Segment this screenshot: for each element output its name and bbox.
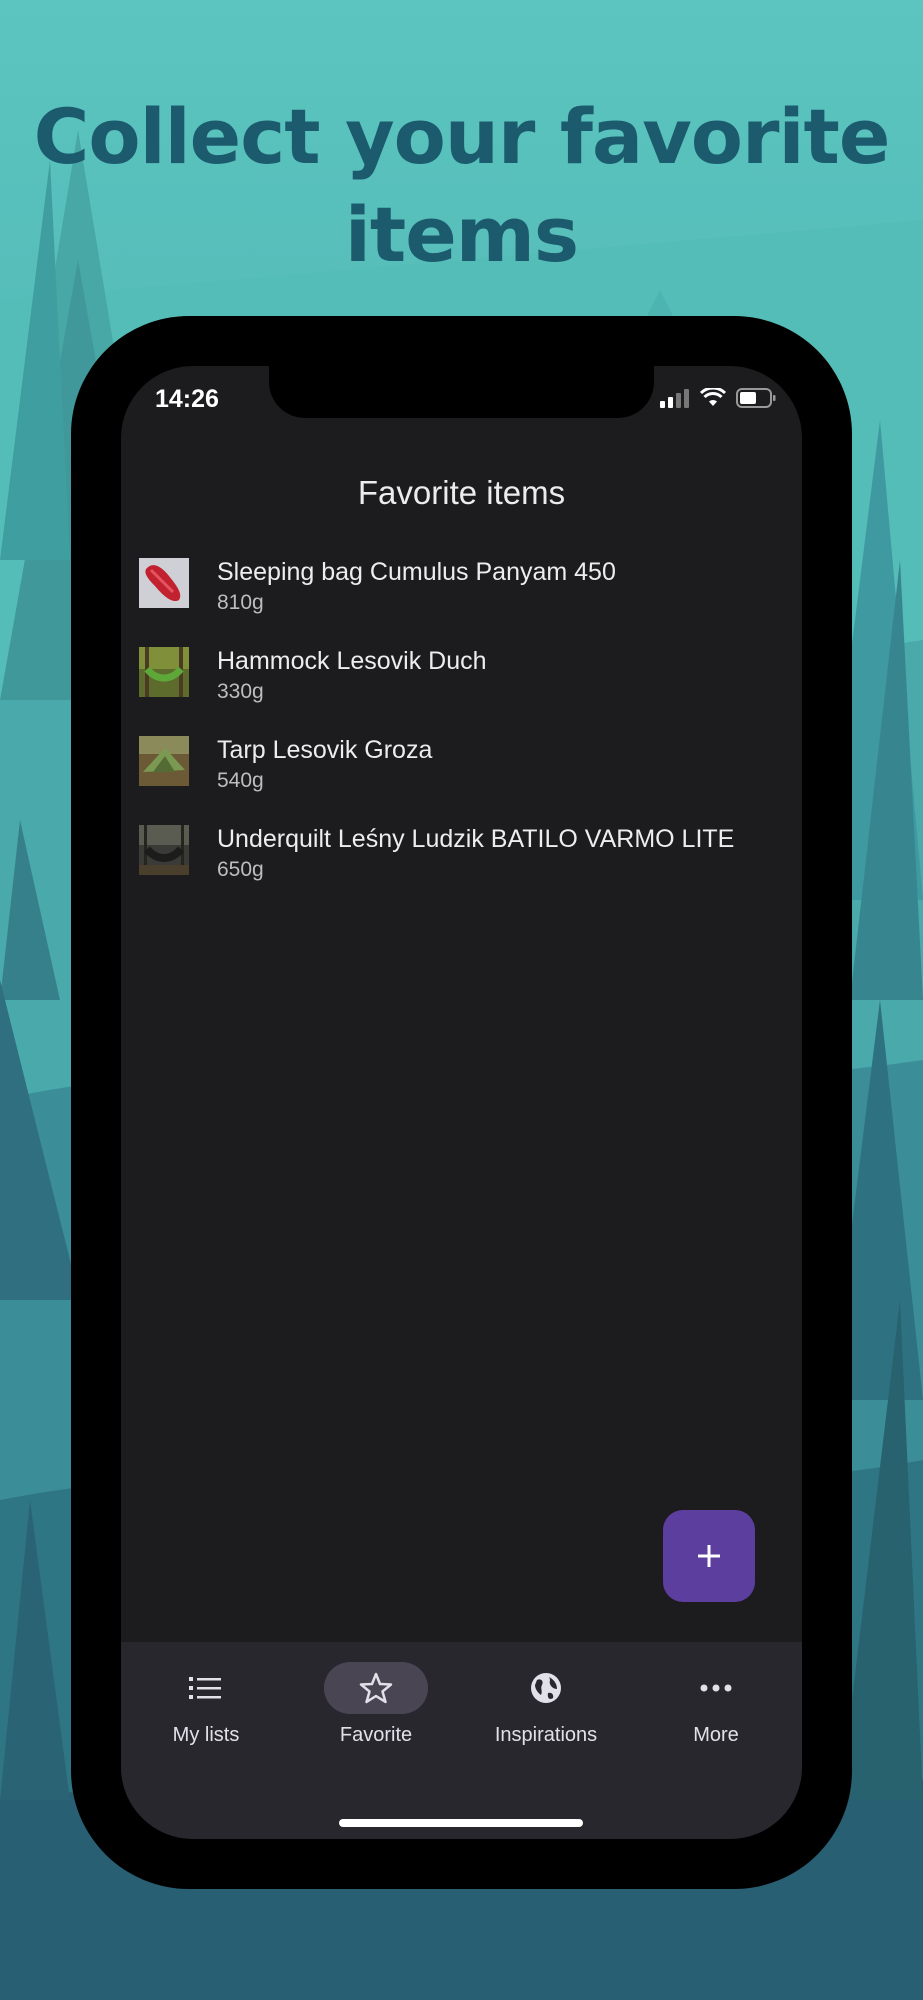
sleeping-bag-thumbnail [139, 558, 189, 608]
item-name: Sleeping bag Cumulus Panyam 450 [217, 558, 616, 586]
nav-favorite-pill [324, 1662, 428, 1714]
status-icons [660, 388, 776, 408]
plus-icon [698, 1545, 720, 1567]
home-indicator[interactable] [339, 1819, 583, 1827]
item-weight: 650g [217, 858, 264, 881]
list-item[interactable]: Tarp Lesovik Groza 540g [139, 736, 789, 825]
star-icon [359, 1672, 393, 1704]
bottom-navigation: My lists Favorite Inspirations More [121, 1642, 802, 1839]
hammock-thumbnail [139, 647, 189, 697]
item-name: Underquilt Leśny Ludzik BATILO VARMO LIT… [217, 825, 735, 853]
phone-notch [269, 366, 654, 418]
list-item[interactable]: Sleeping bag Cumulus Panyam 450 810g [139, 558, 789, 647]
phone-frame: 14:26 Favorite items Sleeping bag Cumulu… [71, 316, 852, 1889]
status-time: 14:26 [155, 385, 219, 413]
tarp-thumbnail [139, 736, 189, 786]
add-item-button[interactable] [663, 1510, 755, 1602]
item-weight: 540g [217, 769, 264, 792]
signal-icon [660, 389, 689, 408]
nav-label: More [693, 1724, 739, 1746]
list-item[interactable]: Hammock Lesovik Duch 330g [139, 647, 789, 736]
item-weight: 330g [217, 680, 264, 703]
item-weight: 810g [217, 591, 264, 614]
underquilt-thumbnail [139, 825, 189, 875]
nav-favorite[interactable]: Favorite [291, 1662, 461, 1747]
item-name: Tarp Lesovik Groza [217, 736, 433, 764]
nav-my-lists-pill [154, 1662, 258, 1714]
favorite-items-list: Sleeping bag Cumulus Panyam 450 810g Ham… [139, 558, 789, 914]
nav-label: Favorite [339, 1724, 413, 1746]
nav-my-lists[interactable]: My lists [121, 1662, 291, 1747]
globe-icon [531, 1673, 561, 1703]
headline-line-2: items [344, 190, 579, 279]
nav-more-pill [664, 1662, 768, 1714]
list-icon [189, 1677, 221, 1699]
nav-label: Inspirations [494, 1724, 598, 1746]
list-item[interactable]: Underquilt Leśny Ludzik BATILO VARMO LIT… [139, 825, 789, 914]
wifi-icon [700, 388, 726, 406]
nav-inspirations[interactable]: Inspirations [461, 1662, 631, 1747]
battery-icon [736, 388, 776, 408]
headline: Collect your favorite items [0, 88, 923, 284]
more-dots-icon [700, 1684, 732, 1692]
app-screen: 14:26 Favorite items Sleeping bag Cumulu… [121, 366, 802, 1839]
headline-line-1: Collect your favorite [33, 92, 891, 181]
nav-inspirations-pill [494, 1662, 598, 1714]
screen-title: Favorite items [357, 474, 566, 511]
item-name: Hammock Lesovik Duch [217, 647, 487, 675]
nav-label: My lists [172, 1724, 240, 1746]
nav-more[interactable]: More [631, 1662, 801, 1747]
